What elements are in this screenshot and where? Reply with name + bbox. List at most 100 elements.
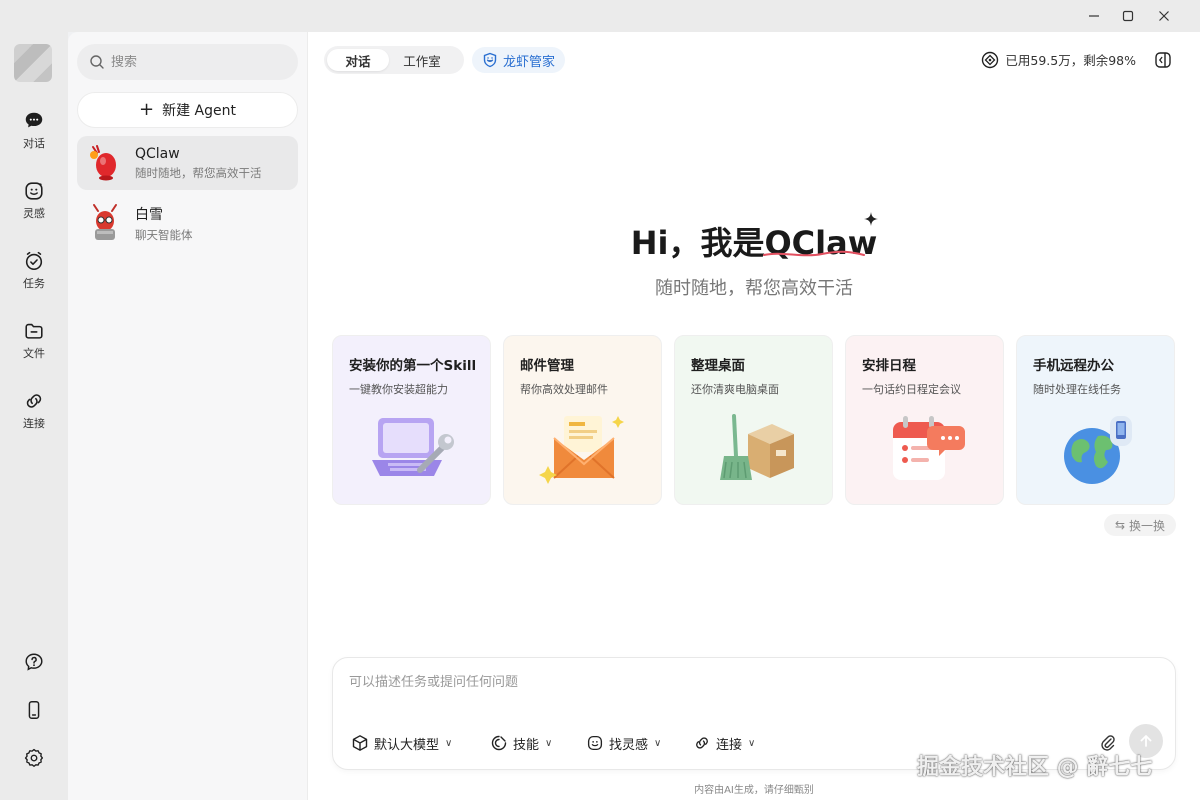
settings-button[interactable] bbox=[0, 743, 68, 773]
search-input[interactable] bbox=[111, 54, 281, 70]
inspiration-label: 找灵感 bbox=[609, 737, 649, 753]
chevron-down-icon: ∨ bbox=[654, 737, 662, 749]
agent-name: QClaw bbox=[135, 145, 180, 162]
user-avatar[interactable] bbox=[14, 44, 52, 82]
smile-icon bbox=[25, 182, 43, 200]
rail-label: 文件 bbox=[23, 347, 45, 360]
chat-bubble-icon bbox=[25, 112, 43, 128]
agent-desc: 聊天智能体 bbox=[135, 227, 193, 242]
help-button[interactable] bbox=[0, 647, 68, 677]
maximize-button[interactable] bbox=[1110, 0, 1146, 32]
sidebar-toggle-icon bbox=[1155, 52, 1171, 68]
rail-item-files[interactable]: 文件 bbox=[0, 320, 68, 376]
connect-label: 连接 bbox=[716, 737, 743, 753]
phone-button[interactable] bbox=[0, 695, 68, 725]
hero-title: Hi，我是QClaw bbox=[308, 218, 1200, 264]
agent-item-qclaw[interactable]: QClaw 随时随地，帮您高效干活 bbox=[77, 136, 298, 190]
close-button[interactable] bbox=[1146, 0, 1182, 32]
folder-icon bbox=[25, 323, 43, 339]
skills-dropdown[interactable]: 技能 ∨ bbox=[490, 732, 552, 754]
butler-button[interactable]: 龙虾管家 bbox=[472, 47, 566, 73]
mode-tabs: 对话 工作室 bbox=[324, 46, 464, 74]
card-desc: 一句话约日程定会议 bbox=[862, 383, 961, 396]
new-agent-button[interactable]: + 新建 Agent bbox=[77, 92, 298, 128]
minimize-icon bbox=[1089, 15, 1099, 17]
shuffle-button[interactable]: ⇆ 换一换 bbox=[1104, 514, 1176, 536]
agent-item-baixue[interactable]: 白雪 聊天智能体 bbox=[77, 196, 298, 250]
tab-chat[interactable]: 对话 bbox=[327, 49, 389, 71]
card-mail[interactable]: 邮件管理 帮你高效处理邮件 bbox=[503, 335, 662, 505]
link-icon bbox=[696, 737, 708, 749]
box-broom-icon bbox=[675, 410, 832, 490]
rail-label: 灵感 bbox=[23, 207, 45, 220]
card-remote[interactable]: 手机远程办公 随时处理在线任务 bbox=[1016, 335, 1175, 505]
chevron-down-icon: ∨ bbox=[445, 737, 453, 749]
arrow-up-icon bbox=[1140, 735, 1152, 747]
agent-desc: 随时随地，帮您高效干活 bbox=[135, 165, 262, 180]
cube-icon bbox=[352, 735, 368, 751]
rail-item-inspiration[interactable]: 灵感 bbox=[0, 180, 68, 236]
close-icon bbox=[1159, 11, 1169, 21]
new-agent-label: 新建 Agent bbox=[162, 103, 236, 119]
card-desc: 帮你高效处理邮件 bbox=[520, 383, 608, 396]
model-dropdown[interactable]: 默认大模型 ∨ bbox=[351, 732, 452, 754]
card-schedule[interactable]: 安排日程 一句话约日程定会议 bbox=[845, 335, 1004, 505]
inspiration-dropdown[interactable]: 找灵感 ∨ bbox=[586, 732, 661, 754]
connect-dropdown[interactable]: 连接 ∨ bbox=[693, 732, 755, 754]
sparkle-icon bbox=[864, 212, 878, 226]
suggestion-cards: 安装你的第一个Skill 一键教你安装超能力 邮件管理 帮你高效处理邮件 整理桌… bbox=[332, 335, 1176, 505]
card-skill[interactable]: 安装你的第一个Skill 一键教你安装超能力 bbox=[332, 335, 491, 505]
shuffle-label: 换一换 bbox=[1129, 518, 1166, 533]
smile-icon bbox=[587, 735, 603, 751]
main-area: 对话 工作室 龙虾管家 已用59.5万，剩余98% Hi，我是QClaw 随时随… bbox=[308, 32, 1200, 800]
rail-item-connect[interactable]: 连接 bbox=[0, 390, 68, 446]
butler-label: 龙虾管家 bbox=[503, 54, 556, 70]
agent-name: 白雪 bbox=[135, 206, 163, 223]
shield-icon bbox=[483, 52, 497, 68]
nav-rail: 对话 灵感 任务 文件 连接 bbox=[0, 32, 68, 800]
skills-label: 技能 bbox=[513, 737, 540, 753]
watermark: 掘金技术社区 @ 辭七七 bbox=[917, 755, 1153, 780]
laptop-wrench-icon bbox=[333, 410, 490, 490]
card-title: 整理桌面 bbox=[691, 358, 745, 374]
globe-phone-icon bbox=[1017, 410, 1174, 490]
calendar-chat-icon bbox=[846, 410, 1003, 490]
card-title: 手机远程办公 bbox=[1033, 358, 1114, 374]
sidebar-toggle-button[interactable] bbox=[1152, 49, 1174, 71]
card-desc: 随时处理在线任务 bbox=[1033, 383, 1121, 396]
settings-icon bbox=[24, 748, 44, 767]
card-title: 邮件管理 bbox=[520, 358, 574, 374]
clock-check-icon bbox=[25, 251, 43, 271]
model-label: 默认大模型 bbox=[374, 737, 440, 753]
lobster-glasses-avatar-icon bbox=[85, 203, 125, 243]
tab-studio[interactable]: 工作室 bbox=[389, 49, 455, 71]
brand-underline-icon bbox=[763, 250, 865, 257]
maximize-icon bbox=[1122, 10, 1134, 22]
chevron-down-icon: ∨ bbox=[748, 737, 756, 749]
help-icon bbox=[25, 653, 43, 671]
usage-text: 已用59.5万，剩余98% bbox=[1005, 53, 1136, 68]
card-title: 安排日程 bbox=[862, 358, 916, 374]
card-desktop[interactable]: 整理桌面 还你清爽电脑桌面 bbox=[674, 335, 833, 505]
rail-label: 对话 bbox=[23, 137, 45, 150]
minimize-button[interactable] bbox=[1076, 0, 1112, 32]
prompt-input[interactable] bbox=[349, 670, 1129, 694]
lobster-avatar-icon bbox=[85, 143, 125, 183]
ai-disclaimer: 内容由AI生成，请仔细甄别 bbox=[694, 785, 814, 796]
phone-icon bbox=[28, 701, 40, 719]
rail-label: 任务 bbox=[23, 277, 45, 290]
shuffle-icon: ⇆ bbox=[1114, 518, 1126, 532]
plus-icon: + bbox=[139, 99, 155, 120]
search-icon bbox=[90, 55, 104, 69]
agent-panel: + 新建 Agent QClaw 随时随地，帮您高效干活 白雪 聊天智能体 bbox=[68, 32, 308, 800]
link-icon bbox=[26, 394, 42, 408]
search-box[interactable] bbox=[77, 44, 298, 80]
usage-indicator[interactable]: 已用59.5万，剩余98% bbox=[981, 50, 1136, 69]
hero-title-prefix: Hi，我是 bbox=[630, 224, 765, 262]
skill-icon bbox=[491, 735, 507, 751]
rail-item-chat[interactable]: 对话 bbox=[0, 110, 68, 166]
rail-label: 连接 bbox=[23, 417, 45, 430]
envelope-icon bbox=[504, 410, 661, 490]
chevron-down-icon: ∨ bbox=[545, 737, 553, 749]
rail-item-tasks[interactable]: 任务 bbox=[0, 250, 68, 306]
